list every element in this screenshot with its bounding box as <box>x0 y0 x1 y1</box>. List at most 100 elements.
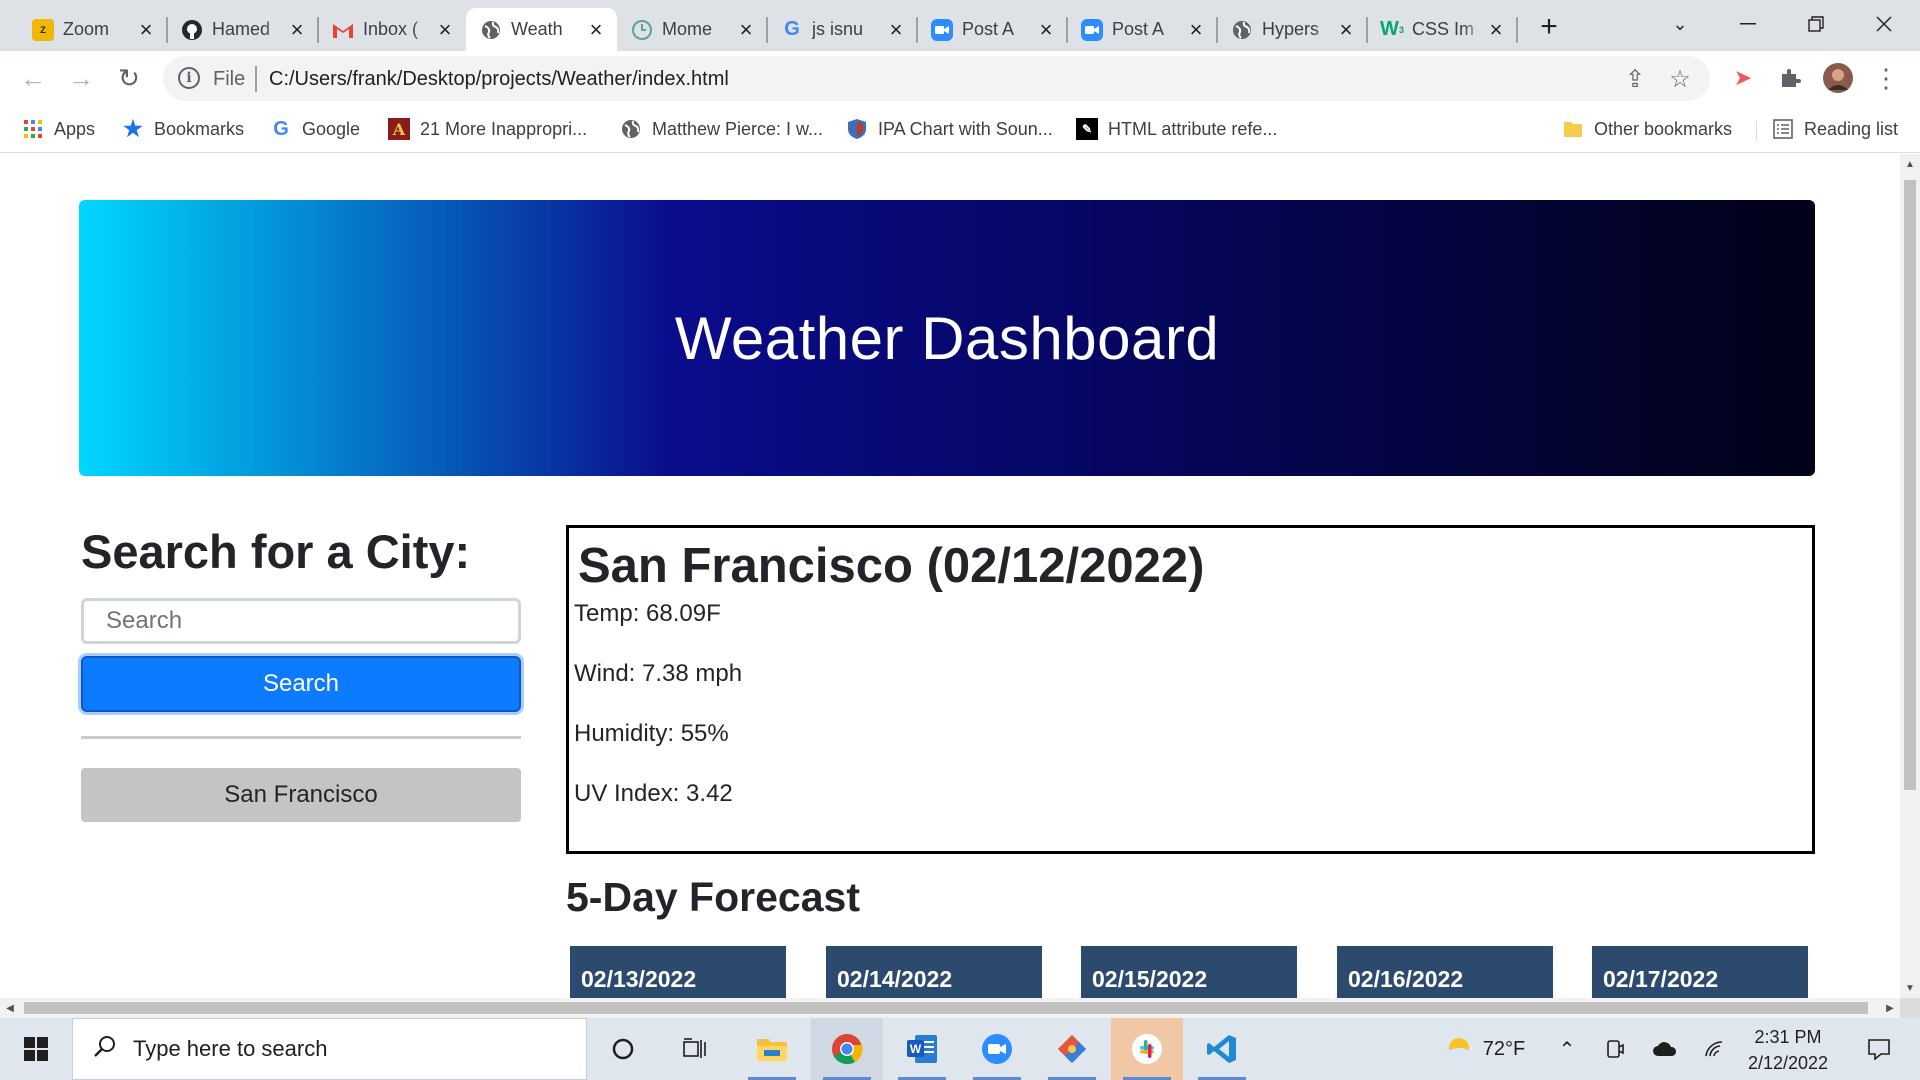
horizontal-scroll-thumb[interactable] <box>24 1002 1868 1014</box>
weather-widget[interactable]: 72°F <box>1440 1018 1530 1080</box>
url-scheme-label: File <box>213 68 246 90</box>
header-banner: Weather Dashboard <box>79 200 1815 476</box>
tab-zoom[interactable]: Z Zoom × <box>18 8 168 51</box>
slack-icon[interactable] <box>1111 1018 1183 1080</box>
page-viewport: Weather Dashboard Search for a City: Sea… <box>0 154 1900 998</box>
bookmark-star-icon[interactable]: ☆ <box>1665 64 1695 94</box>
profile-avatar[interactable] <box>1820 60 1856 96</box>
close-icon[interactable]: × <box>735 17 757 42</box>
bookmark-bookmarks[interactable]: ★ Bookmarks <box>122 116 244 142</box>
close-icon[interactable]: × <box>885 17 907 42</box>
menu-kebab-icon[interactable]: ⋮ <box>1868 60 1904 96</box>
zoom-taskbar-icon[interactable] <box>961 1018 1033 1080</box>
close-icon[interactable]: × <box>135 17 157 42</box>
close-icon[interactable]: × <box>1335 17 1357 42</box>
url-divider <box>255 66 257 92</box>
chrome-icon[interactable] <box>811 1018 883 1080</box>
info-icon[interactable]: i <box>178 67 200 89</box>
tab-gmail[interactable]: Inbox ( × <box>318 8 466 51</box>
tab-search-chevron-icon[interactable]: ⌄ <box>1650 4 1710 44</box>
tab-moment[interactable]: Mome × <box>617 8 768 51</box>
tab-w3schools[interactable]: W3 CSS Im × <box>1367 8 1518 51</box>
city-search-input[interactable] <box>81 598 521 644</box>
google-icon: G <box>784 18 800 40</box>
search-icon <box>93 1034 117 1065</box>
tab-google-search[interactable]: G js isnu × <box>767 8 918 51</box>
new-tab-button[interactable]: + <box>1530 10 1568 44</box>
tab-github[interactable]: Hamed × <box>167 8 319 51</box>
forecast-date: 02/15/2022 <box>1092 966 1208 992</box>
vertical-scrollbar[interactable]: ▲ ▼ <box>1900 154 1920 998</box>
tab-weather[interactable]: Weath × <box>466 8 617 51</box>
network-wifi-icon[interactable] <box>1700 1018 1730 1080</box>
history-city-button[interactable]: San Francisco <box>81 768 521 822</box>
bookmark-label: Reading list <box>1804 118 1899 139</box>
scroll-right-arrow-icon[interactable]: ▶ <box>1880 998 1900 1018</box>
close-icon[interactable]: × <box>1035 17 1057 42</box>
folder-icon <box>1562 118 1584 140</box>
restore-button[interactable] <box>1786 4 1846 44</box>
svg-text:W: W <box>910 1042 922 1056</box>
taskbar-clock[interactable]: 2:31 PM 2/12/2022 <box>1728 1024 1848 1076</box>
reading-list[interactable]: Reading list <box>1772 116 1898 142</box>
vertical-scroll-thumb[interactable] <box>1904 180 1916 790</box>
taskbar-search-box[interactable]: Type here to search <box>72 1018 587 1080</box>
scroll-left-arrow-icon[interactable]: ◀ <box>0 998 20 1018</box>
close-icon[interactable]: × <box>286 17 308 42</box>
scroll-down-arrow-icon[interactable]: ▼ <box>1900 978 1920 998</box>
tab-title: Mome <box>662 19 713 39</box>
horizontal-scrollbar[interactable]: ◀ ▶ <box>0 998 1900 1018</box>
close-icon[interactable]: × <box>1485 17 1507 42</box>
forward-arrow-icon[interactable]: → <box>62 59 100 97</box>
search-button[interactable]: Search <box>81 656 521 712</box>
bookmark-label: 21 More Inappropri... <box>420 118 588 139</box>
cortana-circle-icon[interactable] <box>587 1018 659 1080</box>
bookmark-other[interactable]: Other bookmarks <box>1562 116 1732 142</box>
scroll-up-arrow-icon[interactable]: ▲ <box>1900 154 1920 174</box>
forecast-card: 02/17/2022 <box>1592 946 1808 998</box>
tab-hyperskill[interactable]: Hypers × <box>1217 8 1368 51</box>
file-explorer-icon[interactable] <box>736 1018 808 1080</box>
shield-crest-icon <box>846 118 868 140</box>
vscode-icon[interactable] <box>1186 1018 1258 1080</box>
back-arrow-icon[interactable]: ← <box>14 59 52 97</box>
bookmark-google[interactable]: G Google <box>270 116 360 142</box>
weather-temp: 72°F <box>1482 1037 1526 1060</box>
address-bar[interactable]: i File C:/Users/frank/Desktop/projects/W… <box>163 56 1710 101</box>
globe-icon <box>480 19 502 41</box>
reload-icon[interactable]: ↻ <box>110 59 148 97</box>
forecast-card: 02/14/2022 <box>826 946 1042 998</box>
extension-cast-icon[interactable]: ➤ <box>1725 60 1761 96</box>
forecast-card: 02/15/2022 <box>1081 946 1297 998</box>
bookmark-ipa-chart[interactable]: IPA Chart with Soun... <box>846 116 1053 142</box>
bookmark-matthew-pierce[interactable]: Matthew Pierce: I w... <box>620 116 823 142</box>
tab-post-2[interactable]: Post A × <box>1067 8 1218 51</box>
url-text[interactable]: C:/Users/frank/Desktop/projects/Weather/… <box>269 68 729 91</box>
close-icon[interactable]: × <box>434 17 456 42</box>
onedrive-cloud-icon[interactable] <box>1648 1018 1682 1080</box>
tray-chevron-up-icon[interactable]: ⌃ <box>1552 1018 1582 1080</box>
bookmarks-bar: Apps ★ Bookmarks G Google A 21 More Inap… <box>0 106 1920 153</box>
close-icon[interactable]: × <box>585 17 607 42</box>
globe-icon <box>1231 19 1253 41</box>
close-icon[interactable]: × <box>1185 17 1207 42</box>
bookmark-label: HTML attribute refe... <box>1108 118 1278 139</box>
windows-start-icon[interactable] <box>0 1018 72 1080</box>
forecast-card: 02/13/2022 <box>570 946 786 998</box>
meet-now-icon[interactable] <box>1600 1018 1630 1080</box>
word-icon[interactable]: W <box>886 1018 958 1080</box>
bookmark-apps[interactable]: Apps <box>22 116 95 142</box>
task-view-icon[interactable] <box>659 1018 731 1080</box>
extensions-puzzle-icon[interactable] <box>1772 60 1808 96</box>
share-icon[interactable]: ⇪ <box>1620 64 1650 94</box>
close-window-button[interactable] <box>1854 4 1914 44</box>
notifications-icon[interactable] <box>1852 1018 1906 1080</box>
search-divider <box>81 736 521 739</box>
current-uv-index: UV Index: 3.42 <box>574 780 733 807</box>
minimize-button[interactable] <box>1718 4 1778 44</box>
tab-post-1[interactable]: Post A × <box>917 8 1068 51</box>
page-title: Weather Dashboard <box>674 304 1220 372</box>
git-kraken-icon[interactable] <box>1036 1018 1108 1080</box>
bookmark-inappropriate[interactable]: A 21 More Inappropri... <box>388 116 587 142</box>
bookmark-html-attribute[interactable]: ✎ HTML attribute refe... <box>1076 116 1277 142</box>
